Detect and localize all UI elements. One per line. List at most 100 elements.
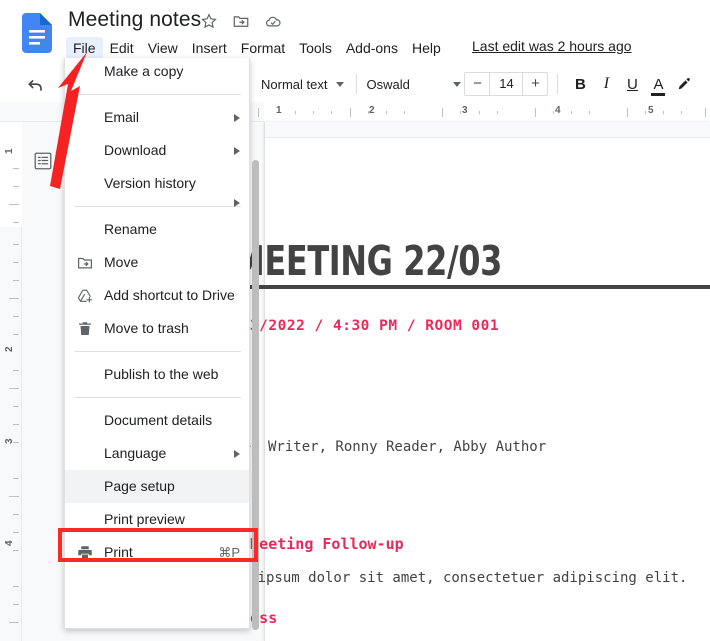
chevron-down-icon xyxy=(336,81,345,87)
menu-tools[interactable]: Tools xyxy=(292,37,339,59)
ruler-tick xyxy=(13,280,19,281)
menu-separator xyxy=(75,351,241,352)
font-family-label: Oswald xyxy=(366,76,410,92)
paragraph-style-dropdown[interactable]: Normal text xyxy=(258,73,347,96)
vruler-label-3: 3 xyxy=(4,438,15,444)
menu-file[interactable]: File xyxy=(66,37,103,59)
ruler-tick xyxy=(13,244,19,245)
menu-item-language[interactable]: Language xyxy=(65,437,249,470)
menu-item-version-history[interactable]: Version history xyxy=(65,167,249,207)
bold-button[interactable]: B xyxy=(567,76,593,93)
file-menu-items: Share Make a copy Email Download Version… xyxy=(65,58,249,569)
ruler-tick xyxy=(13,316,19,317)
increase-font-size-button[interactable]: + xyxy=(523,73,547,95)
menu-item-label: Download xyxy=(104,142,167,158)
ruler-tick xyxy=(258,108,259,117)
undo-icon[interactable] xyxy=(26,75,46,95)
submenu-arrow-icon xyxy=(234,147,240,155)
ruler-tick xyxy=(497,111,498,114)
cloud-saved-icon[interactable] xyxy=(264,12,282,30)
toolbar-divider-2 xyxy=(557,74,559,94)
ruler-tick xyxy=(553,111,554,114)
ruler-tick xyxy=(13,550,19,551)
menu-item-label: Rename xyxy=(104,221,157,237)
menu-item-label: Move xyxy=(104,254,139,270)
decrease-font-size-button[interactable]: − xyxy=(465,73,489,95)
ruler-tick xyxy=(331,111,332,114)
menu-item-document-details[interactable]: Document details xyxy=(65,404,249,437)
menu-item-add-shortcut-to-drive[interactable]: Add shortcut to Drive xyxy=(65,279,249,312)
paragraph-style-label: Normal text xyxy=(261,76,328,92)
submenu-arrow-icon xyxy=(234,199,240,207)
menu-item-make-a-copy[interactable]: Make a copy xyxy=(65,58,249,88)
document-title[interactable]: Meeting notes xyxy=(68,8,201,32)
menu-item-shortcut: ⌘P xyxy=(218,545,240,560)
menu-item-label: Page setup xyxy=(104,478,175,494)
ruler-tick xyxy=(645,111,646,114)
menu-item-label: Version history xyxy=(104,175,196,191)
vruler-label-1: 1 xyxy=(4,148,15,154)
ruler-tick xyxy=(13,334,19,335)
menu-view[interactable]: View xyxy=(141,37,185,59)
highlight-pen-icon[interactable] xyxy=(671,76,695,93)
menu-separator xyxy=(75,206,241,207)
ruler-tick xyxy=(9,622,19,623)
menu-item-label: Document details xyxy=(104,412,213,428)
toolbar-controls: Normal text Oswald − 14 + B I U A xyxy=(258,66,695,102)
ruler-tick xyxy=(9,496,19,497)
menu-item-label: Move to trash xyxy=(104,320,189,336)
menu-item-rename[interactable]: Rename xyxy=(65,213,249,246)
menu-item-move[interactable]: Move xyxy=(65,246,249,279)
menu-add-ons[interactable]: Add-ons xyxy=(339,37,405,59)
menu-item-label: Make a copy xyxy=(104,63,184,79)
menu-item-publish-to-the-web[interactable]: Publish to the web xyxy=(65,358,249,391)
doc-attendees: Walter Writer, Ronny Reader, Abby Author xyxy=(209,439,547,455)
menu-help[interactable]: Help xyxy=(405,37,448,59)
print-icon xyxy=(76,544,94,562)
font-size-input[interactable]: 14 xyxy=(489,73,524,95)
italic-button[interactable]: I xyxy=(593,75,619,93)
ruler-tick xyxy=(9,388,19,389)
chevron-down-icon xyxy=(453,81,462,87)
star-icon[interactable] xyxy=(200,12,218,30)
ruler-label-3: 3 xyxy=(462,105,468,116)
ruler-tick xyxy=(313,111,314,114)
menu-item-move-to-trash[interactable]: Move to trash xyxy=(65,312,249,345)
ruler-tick xyxy=(13,370,19,371)
submenu-arrow-icon xyxy=(234,114,240,122)
file-menu-dropdown[interactable]: Share Make a copy Email Download Version… xyxy=(64,58,250,629)
google-docs-window: Meeting notes File Edit View Insert Form… xyxy=(0,0,710,641)
menu-item-download[interactable]: Download xyxy=(65,134,249,167)
ruler-tick xyxy=(13,406,19,407)
add-shortcut-drive-icon xyxy=(76,287,94,305)
ruler-tick xyxy=(13,424,19,425)
ruler-tick xyxy=(13,262,19,263)
ruler-tick xyxy=(13,168,19,169)
menu-item-print-preview[interactable]: Print preview xyxy=(65,503,249,536)
menu-separator xyxy=(75,397,241,398)
file-menu-scrollbar[interactable] xyxy=(252,160,259,630)
ruler-tick xyxy=(386,111,387,114)
document-page[interactable]: MEETING 22/03 22/03/2022 / 4:30 PM / ROO… xyxy=(205,122,710,641)
font-family-dropdown[interactable]: Oswald xyxy=(366,76,462,92)
ruler-tick xyxy=(627,108,628,117)
last-edit-status[interactable]: Last edit was 2 hours ago xyxy=(472,38,632,54)
ruler-tick xyxy=(460,111,461,114)
outline-icon[interactable] xyxy=(32,150,54,172)
underline-button[interactable]: U xyxy=(619,76,645,93)
menu-edit[interactable]: Edit xyxy=(103,37,141,59)
move-to-folder-icon[interactable] xyxy=(232,12,250,30)
trash-icon xyxy=(76,320,94,338)
menu-format[interactable]: Format xyxy=(234,37,292,59)
menu-item-label: Print xyxy=(104,544,133,560)
menu-item-page-setup[interactable]: Page setup xyxy=(65,470,249,503)
menu-item-print[interactable]: Print ⌘P xyxy=(65,536,249,569)
vertical-ruler[interactable]: 1 2 3 4 xyxy=(0,122,22,641)
ruler-tick xyxy=(571,111,572,114)
menu-insert[interactable]: Insert xyxy=(185,37,234,59)
vruler-label-4: 4 xyxy=(4,540,15,546)
menu-item-email[interactable]: Email xyxy=(65,101,249,134)
text-color-button[interactable]: A xyxy=(645,76,671,96)
ruler-tick xyxy=(479,111,480,114)
google-docs-logo[interactable] xyxy=(22,13,52,53)
